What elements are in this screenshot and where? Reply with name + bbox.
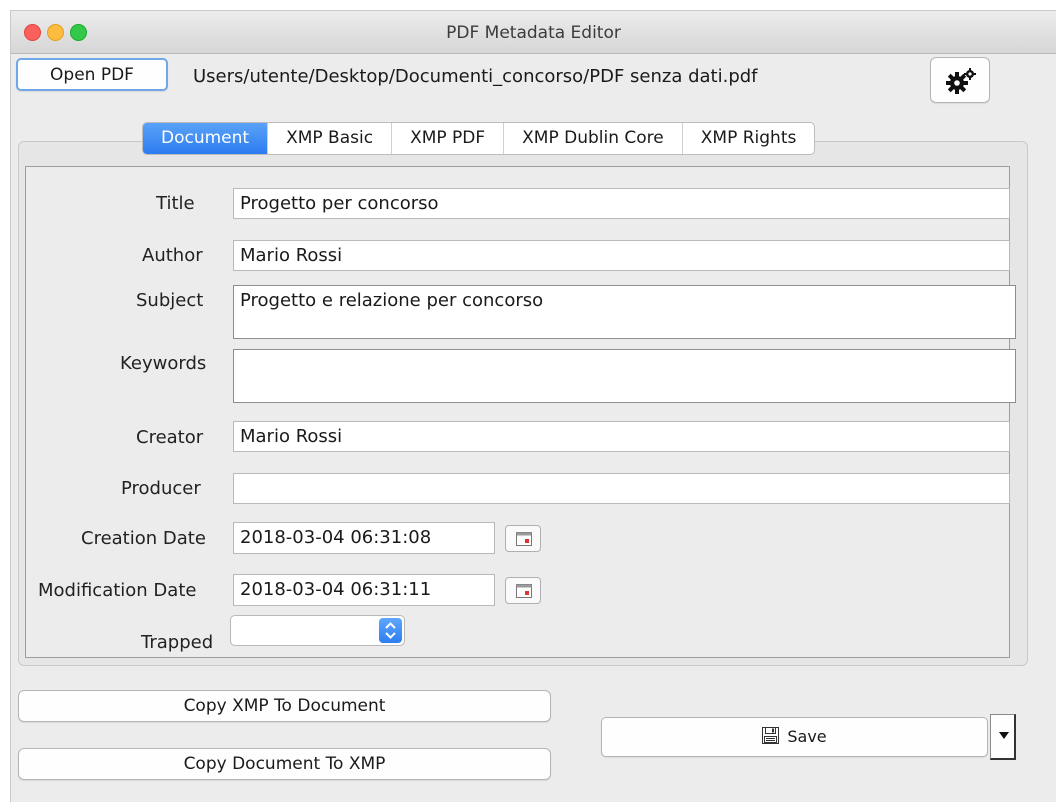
copy-document-to-xmp-button[interactable]: Copy Document To XMP [18,748,551,780]
tab-xmp-basic[interactable]: XMP Basic [268,123,393,154]
tab-xmp-dublin-core[interactable]: XMP Dublin Core [504,123,683,154]
save-label: Save [787,727,827,746]
creator-input[interactable]: Mario Rossi [233,421,1010,452]
modification-date-input[interactable]: 2018-03-04 06:31:11 [233,574,495,606]
modification-date-label: Modification Date [38,580,197,601]
title-bar: PDF Metadata Editor [11,11,1056,54]
calendar-icon [516,584,532,598]
calendar-icon [516,532,532,546]
trapped-select[interactable] [230,615,405,646]
keywords-label: Keywords [120,353,207,374]
producer-label: Producer [121,478,201,499]
tab-xmp-pdf[interactable]: XMP PDF [392,123,505,154]
window-title: PDF Metadata Editor [446,23,621,43]
producer-input[interactable] [233,473,1010,504]
keywords-textarea[interactable] [233,349,1016,403]
subject-label: Subject [136,290,204,311]
modification-date-picker-button[interactable] [505,577,541,604]
save-options-dropdown[interactable] [990,714,1016,760]
floppy-disk-icon [762,727,780,744]
open-pdf-button[interactable]: Open PDF [16,58,168,91]
trapped-label: Trapped [141,632,214,653]
settings-button[interactable] [930,57,990,103]
file-path-field[interactable]: Users/utente/Desktop/Documenti_concorso/… [193,62,873,92]
title-label: Title [156,193,195,214]
creation-date-picker-button[interactable] [505,525,541,552]
save-button[interactable]: Save [601,717,988,757]
caret-down-icon [999,732,1009,739]
author-input[interactable]: Mario Rossi [233,240,1010,271]
author-label: Author [142,245,203,266]
tab-bar: Document XMP Basic XMP PDF XMP Dublin Co… [142,122,816,155]
tab-xmp-rights[interactable]: XMP Rights [683,123,815,154]
copy-xmp-to-document-button[interactable]: Copy XMP To Document [18,690,551,722]
creation-date-label: Creation Date [81,528,206,549]
tab-document[interactable]: Document [143,123,269,154]
subject-textarea[interactable]: Progetto e relazione per concorso [233,285,1016,339]
updown-arrows-icon [379,618,402,643]
creation-date-input[interactable]: 2018-03-04 06:31:08 [233,522,495,554]
title-input[interactable]: Progetto per concorso [233,188,1010,219]
creator-label: Creator [136,427,204,448]
gears-icon [946,68,976,94]
